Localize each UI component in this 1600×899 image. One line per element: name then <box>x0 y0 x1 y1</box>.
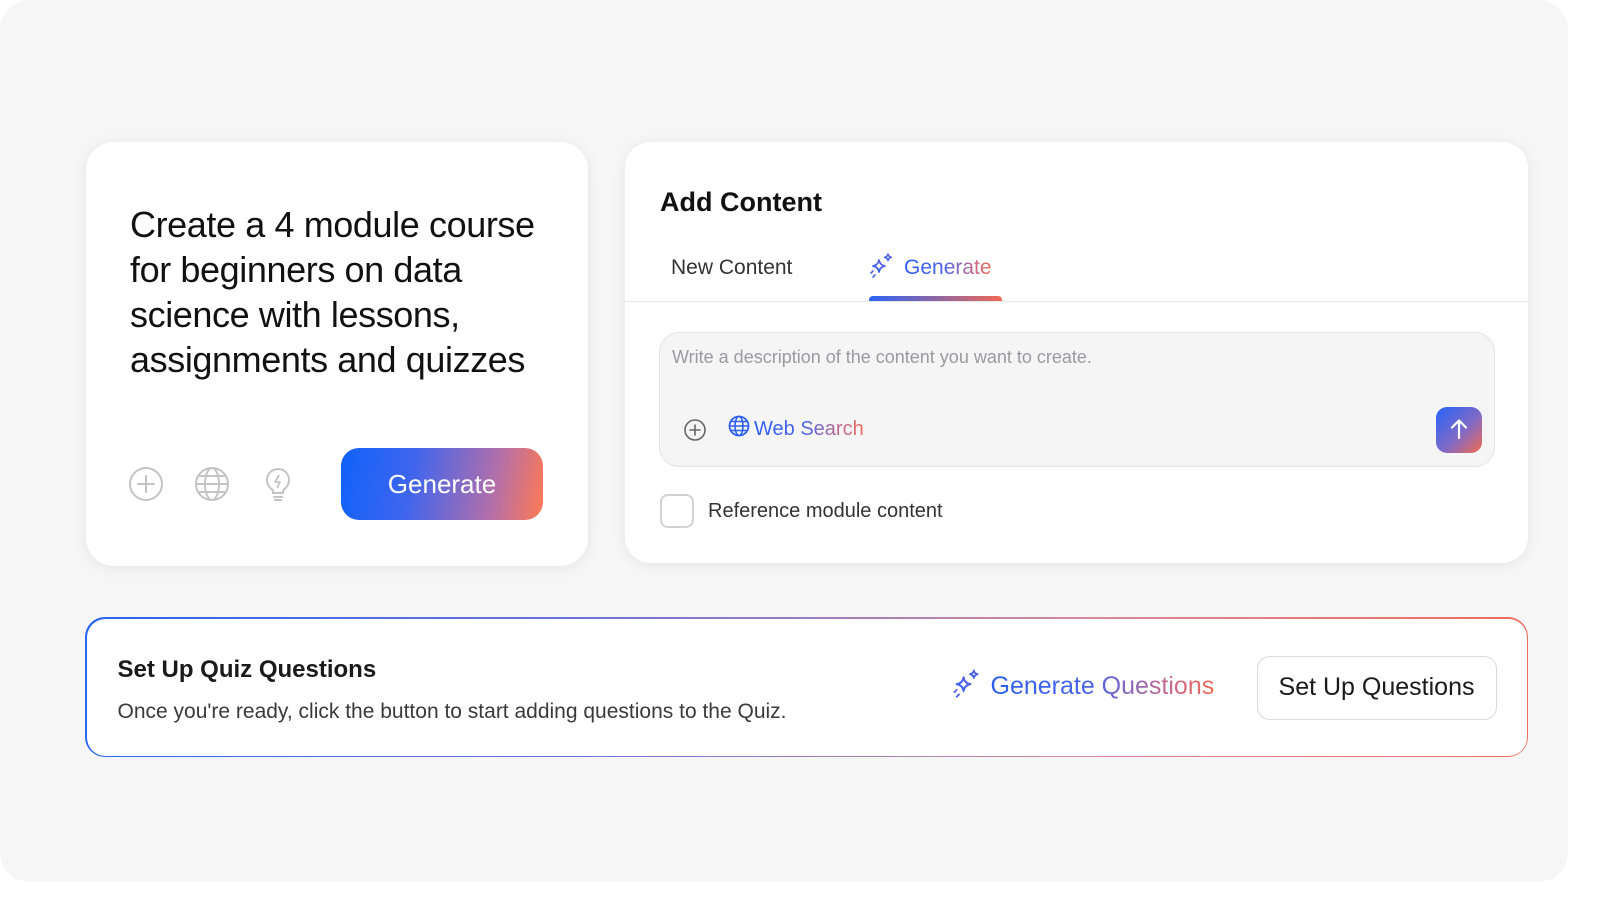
set-up-questions-button[interactable]: Set Up Questions <box>1256 655 1497 720</box>
add-content-card: Add Content New Content Generate Write a… <box>625 142 1528 563</box>
reference-label: Reference module content <box>708 499 943 522</box>
tab-new-content[interactable]: New Content <box>671 250 792 286</box>
quiz-description: Once you're ready, click the button to s… <box>117 699 787 723</box>
prompt-card: Create a 4 module course for beginners o… <box>86 142 588 566</box>
reference-checkbox[interactable] <box>660 494 694 528</box>
generate-questions-button[interactable]: Generate Questions <box>951 667 1215 706</box>
tab-new-content-label: New Content <box>671 256 793 279</box>
web-search-label: Web Search <box>754 417 864 440</box>
globe-icon[interactable] <box>194 466 230 502</box>
attach-plus-icon[interactable] <box>682 417 708 443</box>
plus-circle-icon[interactable] <box>128 466 164 502</box>
globe-icon <box>728 415 750 443</box>
quiz-title: Set Up Quiz Questions <box>117 655 377 683</box>
send-button[interactable] <box>1436 407 1482 453</box>
canvas-background: Create a 4 module course for beginners o… <box>0 0 1568 882</box>
generate-questions-label: Generate Questions <box>990 672 1215 700</box>
tab-generate-label: Generate <box>904 256 992 279</box>
lightbulb-icon[interactable] <box>260 466 296 502</box>
reference-module-option[interactable]: Reference module content <box>660 494 943 528</box>
sparkles-icon <box>951 667 983 706</box>
add-content-title: Add Content <box>660 187 822 217</box>
arrow-up-icon <box>1449 418 1469 443</box>
description-box: Web Search <box>659 332 1495 467</box>
description-input[interactable] <box>672 347 1472 368</box>
web-search-toggle[interactable]: Web Search <box>728 415 864 443</box>
tab-divider <box>625 301 1528 302</box>
generate-button[interactable]: Generate <box>341 448 543 520</box>
sparkles-icon <box>868 251 896 285</box>
prompt-text[interactable]: Create a 4 module course for beginners o… <box>130 202 550 382</box>
quiz-banner: Set Up Quiz Questions Once you're ready,… <box>85 617 1528 757</box>
tab-generate[interactable]: Generate <box>868 250 992 286</box>
